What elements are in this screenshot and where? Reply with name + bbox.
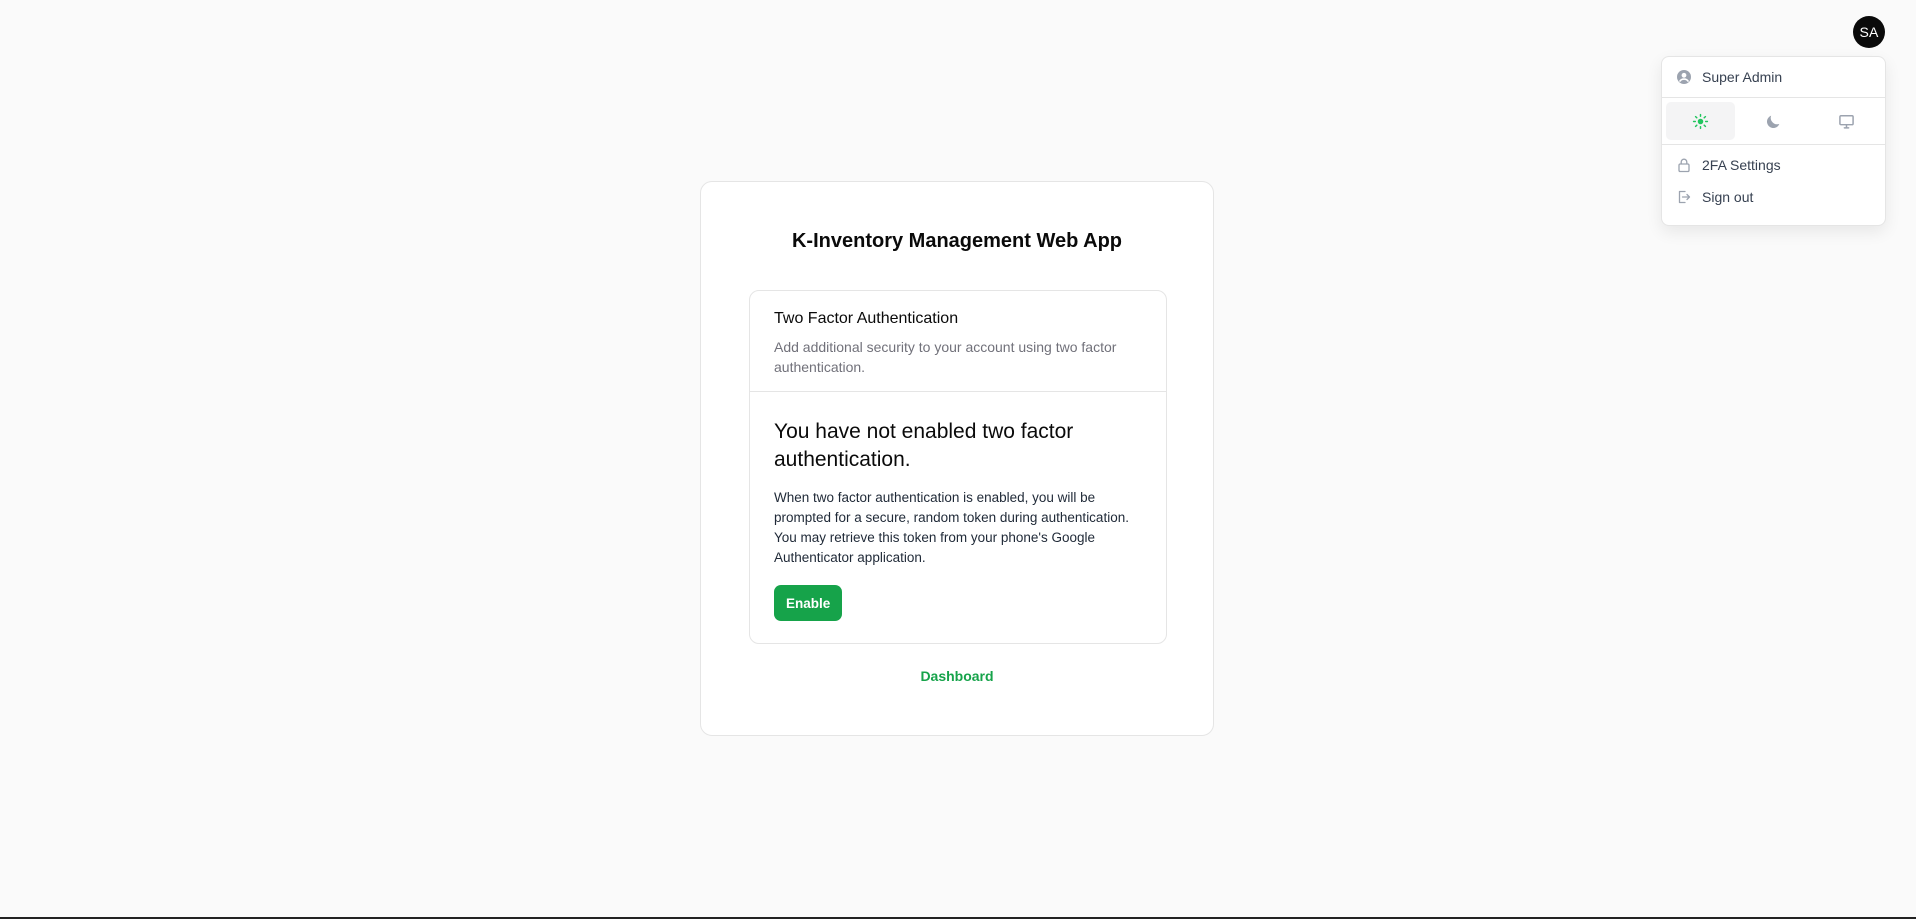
twofa-title: Two Factor Authentication xyxy=(774,310,959,327)
enable-2fa-button[interactable]: Enable xyxy=(774,585,843,621)
twofa-description: Add additional security to your account … xyxy=(774,339,1117,375)
menu-divider xyxy=(1662,97,1885,98)
menu-item-2fa-label: 2FA Settings xyxy=(1702,157,1781,173)
menu-divider xyxy=(1662,144,1885,145)
menu-user-name-row: Super Admin xyxy=(1666,61,1881,93)
menu-item-sign-out[interactable]: Sign out xyxy=(1666,181,1881,213)
monitor-icon xyxy=(1839,114,1854,129)
page: SA Super Admin 2FA Settings Sign out K-I… xyxy=(0,0,1916,919)
twofa-panel: Two Factor Authentication Add additional… xyxy=(749,290,1167,644)
menu-user-name: Super Admin xyxy=(1702,69,1783,85)
moon-icon xyxy=(1766,115,1780,128)
main-card: K-Inventory Management Web App Two Facto… xyxy=(700,181,1214,736)
sign-out-icon xyxy=(1676,189,1692,205)
sun-icon xyxy=(1692,113,1709,129)
theme-dark-button[interactable] xyxy=(1739,102,1808,140)
user-circle-icon xyxy=(1676,69,1692,85)
twofa-status-heading: You have not enabled two factor authenti… xyxy=(774,420,1074,471)
twofa-panel-body: You have not enabled two factor authenti… xyxy=(750,392,1166,621)
dashboard-link[interactable]: Dashboard xyxy=(701,668,1213,684)
twofa-panel-header: Two Factor Authentication Add additional… xyxy=(750,291,1166,392)
menu-item-sign-out-label: Sign out xyxy=(1702,189,1754,205)
user-avatar[interactable]: SA xyxy=(1853,16,1885,48)
theme-system-button[interactable] xyxy=(1812,102,1881,140)
user-menu-dropdown: Super Admin 2FA Settings Sign out xyxy=(1661,56,1886,226)
app-title: K-Inventory Management Web App xyxy=(791,230,1123,252)
theme-switcher xyxy=(1666,102,1881,140)
twofa-explanation: When two factor authentication is enable… xyxy=(774,490,1129,565)
theme-light-button[interactable] xyxy=(1666,102,1735,140)
menu-item-2fa-settings[interactable]: 2FA Settings xyxy=(1666,149,1881,181)
avatar-initials: SA xyxy=(1859,24,1879,40)
lock-icon xyxy=(1676,157,1692,173)
